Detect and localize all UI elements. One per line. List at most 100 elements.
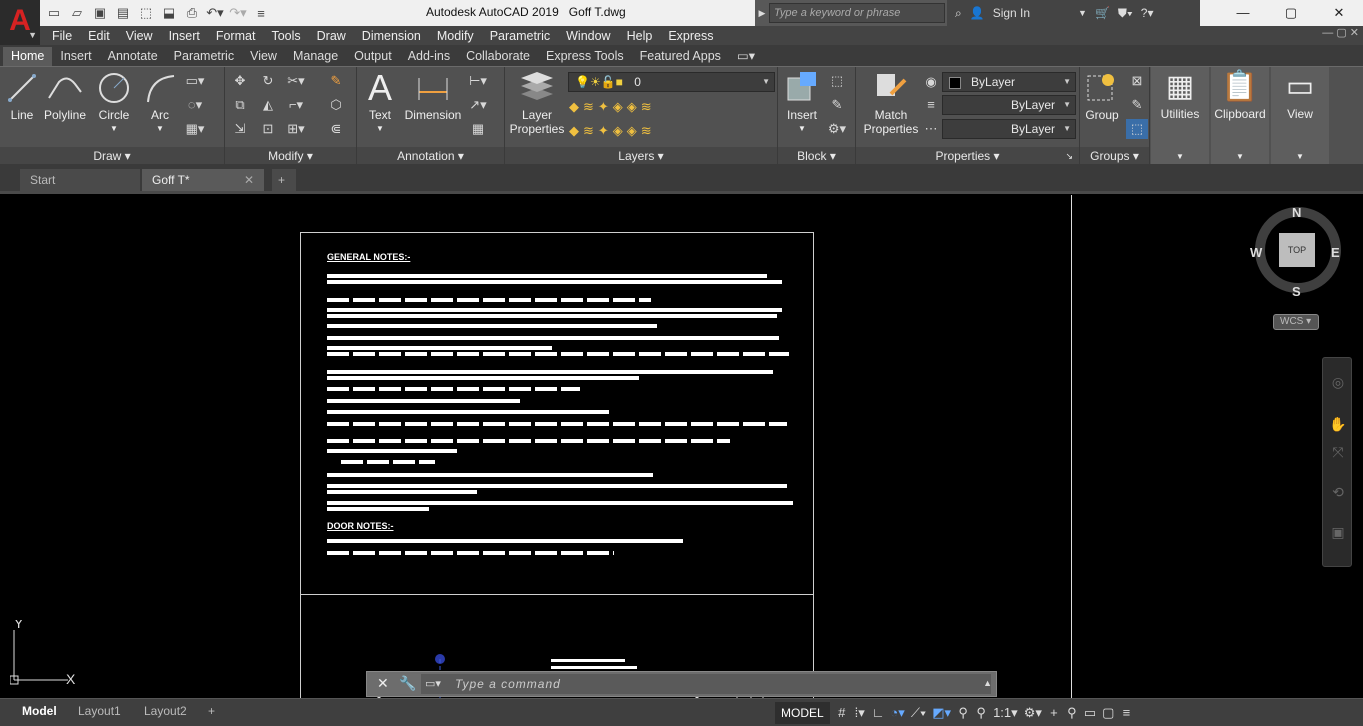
open-icon[interactable]: ▱ bbox=[67, 3, 87, 23]
layer-tools-row-1[interactable]: ◆≋✦◈◈≋ bbox=[569, 97, 769, 117]
menu-file[interactable]: File bbox=[52, 29, 84, 43]
chevron-down-icon[interactable]: ▼ bbox=[782, 122, 822, 136]
insert-button[interactable]: Insert ▼ bbox=[782, 70, 822, 136]
compass-east[interactable]: E bbox=[1331, 245, 1340, 260]
tab-view[interactable]: View bbox=[242, 47, 285, 66]
tab-output[interactable]: Output bbox=[346, 47, 400, 66]
chevron-down-icon[interactable]: ▼ bbox=[140, 122, 180, 136]
new-tab-button[interactable]: + bbox=[272, 169, 296, 191]
redo-icon[interactable]: ↷▾ bbox=[228, 3, 248, 23]
wcs-menu[interactable]: WCS ▾ bbox=[1273, 314, 1319, 330]
hatch-icon[interactable]: ◌▾ bbox=[184, 95, 206, 115]
scale-icon[interactable]: ⊡ bbox=[257, 119, 279, 139]
gear-icon[interactable]: ⚙▾ bbox=[1024, 705, 1042, 721]
group-selection-icon[interactable]: ⬚ bbox=[1126, 119, 1148, 139]
menu-tools[interactable]: Tools bbox=[271, 29, 312, 43]
model-space-button[interactable]: MODEL bbox=[775, 701, 830, 724]
layer-tools-row-2[interactable]: ◆≋✦◈◈≋ bbox=[569, 121, 769, 141]
wrench-icon[interactable]: 🔧 bbox=[399, 675, 416, 692]
menu-format[interactable]: Format bbox=[216, 29, 268, 43]
search-input[interactable]: Type a keyword or phrase bbox=[769, 3, 945, 23]
menu-edit[interactable]: Edit bbox=[88, 29, 122, 43]
create-block-icon[interactable]: ⬚ bbox=[826, 71, 848, 91]
view-button[interactable]: ▭ View ▼ bbox=[1271, 67, 1329, 165]
restore-button[interactable]: ▢ bbox=[1267, 0, 1315, 26]
help-icon[interactable]: ?▾ bbox=[1141, 6, 1154, 20]
properties-panel-title[interactable]: Properties ▾ ↘ bbox=[856, 147, 1079, 165]
tab-annotate[interactable]: Annotate bbox=[100, 47, 166, 66]
linetype-icon[interactable]: ⋯ bbox=[920, 119, 942, 139]
table-icon[interactable]: ▦ bbox=[467, 119, 489, 139]
zoom-extents-icon[interactable]: ⤧ bbox=[1329, 444, 1347, 462]
erase-icon[interactable]: ✎ bbox=[325, 71, 347, 91]
expand-icon[interactable]: ▶ bbox=[755, 8, 769, 19]
save-web-icon[interactable]: ⬓ bbox=[159, 3, 179, 23]
drawing-canvas[interactable]: GENERAL NOTES:- DOOR NOTES:- N S E W TOP… bbox=[0, 195, 1363, 698]
isolate-icon[interactable]: ⚲ bbox=[1066, 705, 1078, 721]
leader-icon[interactable]: ↗▾ bbox=[467, 95, 489, 115]
tab-express-tools[interactable]: Express Tools bbox=[538, 47, 632, 66]
tab-insert[interactable]: Insert bbox=[52, 47, 99, 66]
layer-dropdown[interactable]: 💡☀🔓■ 0 ▼ bbox=[568, 72, 775, 92]
stretch-icon[interactable]: ⇲ bbox=[229, 119, 251, 139]
viewcube-top[interactable]: TOP bbox=[1279, 233, 1315, 267]
open-web-icon[interactable]: ⬚ bbox=[136, 3, 156, 23]
close-icon[interactable]: ✕ bbox=[244, 169, 254, 191]
rectangle-icon[interactable]: ▭▾ bbox=[184, 71, 206, 91]
utilities-button[interactable]: ▦ Utilities ▼ bbox=[1151, 67, 1209, 165]
compass-south[interactable]: S bbox=[1292, 284, 1301, 299]
chevron-down-icon[interactable]: ▼ bbox=[1078, 8, 1087, 18]
lineweight-icon[interactable]: ≡ bbox=[920, 95, 942, 115]
menu-express[interactable]: Express bbox=[668, 29, 725, 43]
showmotion-icon[interactable]: ▣ bbox=[1329, 524, 1347, 542]
close-button[interactable]: ✕ bbox=[1315, 0, 1363, 26]
command-prompt-icon[interactable]: ▭▾ bbox=[425, 677, 441, 690]
fillet-icon[interactable]: ⌐▾ bbox=[285, 95, 307, 115]
linear-dim-icon[interactable]: ⊢▾ bbox=[467, 71, 489, 91]
tab-goff-t[interactable]: Goff T* ✕ bbox=[142, 169, 264, 191]
snap-icon[interactable]: ⁞▾ bbox=[854, 705, 866, 721]
new-icon[interactable]: ▭ bbox=[44, 3, 64, 23]
circle-button[interactable]: Circle ▼ bbox=[94, 70, 134, 136]
customize-qat-icon[interactable]: ≡ bbox=[251, 3, 271, 23]
tab-manage[interactable]: Manage bbox=[285, 47, 346, 66]
chevron-down-icon[interactable]: ▼ bbox=[94, 122, 134, 136]
add-layout-button[interactable]: + bbox=[198, 701, 225, 721]
tab-add-ins[interactable]: Add-ins bbox=[400, 47, 458, 66]
trim-icon[interactable]: ✂▾ bbox=[285, 71, 307, 91]
menu-dimension[interactable]: Dimension bbox=[362, 29, 433, 43]
orbit-icon[interactable]: ⟲ bbox=[1329, 484, 1347, 502]
menu-window-controls[interactable]: — ▢ ✕ bbox=[1322, 26, 1359, 39]
compass-west[interactable]: W bbox=[1250, 245, 1262, 260]
rotate-icon[interactable]: ↻ bbox=[257, 71, 279, 91]
groups-panel-title[interactable]: Groups ▾ bbox=[1080, 147, 1149, 165]
isodraft-icon[interactable]: ⟋▾ bbox=[911, 705, 926, 721]
menu-window[interactable]: Window bbox=[566, 29, 622, 43]
save-as-icon[interactable]: ▤ bbox=[113, 3, 133, 23]
layout-tab-layout2[interactable]: Layout2 bbox=[134, 701, 197, 721]
chevron-up-icon[interactable]: ▲ bbox=[983, 678, 992, 688]
layer-properties-button[interactable]: Layer Properties bbox=[507, 70, 567, 136]
plot-icon[interactable]: ⎙ bbox=[182, 3, 202, 23]
lineweight-dropdown[interactable]: ByLayer ▼ bbox=[942, 119, 1076, 139]
sign-in-button[interactable]: Sign In bbox=[993, 6, 1030, 20]
offset-icon[interactable]: ⋐ bbox=[325, 119, 347, 139]
arc-button[interactable]: Arc ▼ bbox=[140, 70, 180, 136]
annotation-panel-title[interactable]: Annotation ▾ bbox=[357, 147, 504, 165]
layout-tab-layout1[interactable]: Layout1 bbox=[68, 701, 131, 721]
compass-north[interactable]: N bbox=[1292, 205, 1301, 220]
customize-icon[interactable]: ≡ bbox=[1120, 705, 1132, 720]
ungroup-icon[interactable]: ⊠ bbox=[1126, 71, 1148, 91]
menu-draw[interactable]: Draw bbox=[317, 29, 358, 43]
clipboard-button[interactable]: 📋 Clipboard ▼ bbox=[1211, 67, 1269, 165]
close-icon[interactable]: ✕ bbox=[377, 675, 389, 692]
text-button[interactable]: A Text ▼ bbox=[361, 70, 399, 136]
ortho-icon[interactable]: ∟ bbox=[872, 705, 885, 720]
mirror-icon[interactable]: ◭ bbox=[257, 95, 279, 115]
move-icon[interactable]: ✥ bbox=[229, 71, 251, 91]
pan-icon[interactable]: ✋ bbox=[1329, 416, 1347, 434]
linetype-dropdown[interactable]: ByLayer ▼ bbox=[942, 95, 1076, 115]
clean-screen-icon[interactable]: ▢ bbox=[1102, 705, 1114, 721]
tab-featured-apps[interactable]: Featured Apps bbox=[632, 47, 729, 66]
color-dropdown[interactable]: ByLayer ▼ bbox=[942, 72, 1076, 92]
